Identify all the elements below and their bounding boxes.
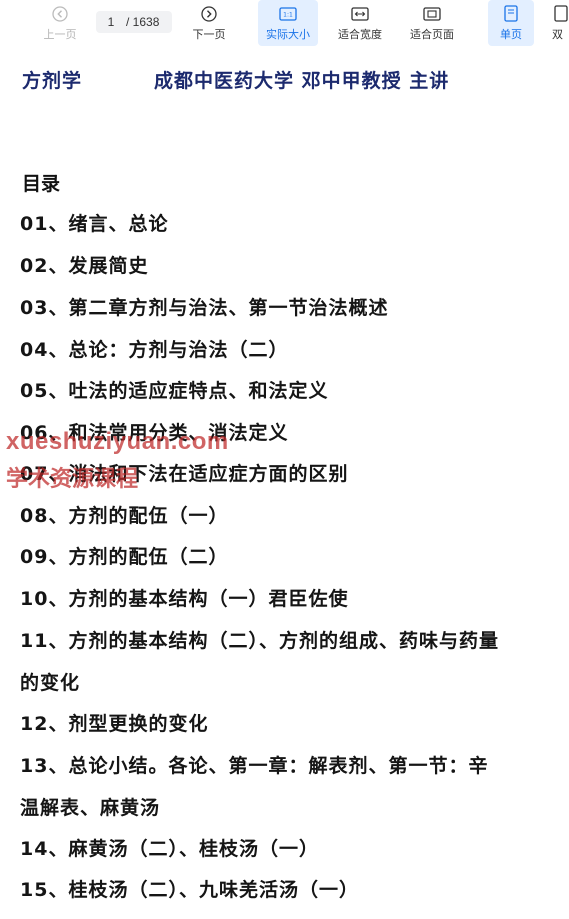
toc-entry-continuation: 温解表、麻黄汤	[20, 797, 161, 819]
chevron-right-circle-icon	[200, 5, 218, 23]
lecturer-line: 成都中医药大学 邓中甲教授 主讲	[154, 70, 450, 92]
double-page-label: 双	[552, 28, 563, 41]
fit-width-icon	[351, 5, 369, 23]
toc-entry: 02、发展简史	[20, 255, 149, 277]
toc-entry-continuation: 的变化	[20, 672, 81, 694]
toc-entry: 11、方剂的基本结构（二）、方剂的组成、药味与药量	[20, 630, 499, 652]
course-title: 方剂学	[22, 70, 83, 92]
toc-entry: 10、方剂的基本结构（一）君臣佐使	[20, 588, 349, 610]
viewer-toolbar: 上一页 1 / 1638 下一页 1:1 实际大小 适合宽度 适合页面 单页 双	[0, 0, 569, 46]
page-number-field[interactable]: 1 / 1638	[96, 11, 172, 33]
fit-page-icon	[423, 5, 441, 23]
total-pages-label: / 1638	[126, 15, 160, 29]
svg-text:1:1: 1:1	[283, 11, 293, 18]
actual-size-icon: 1:1	[279, 5, 297, 23]
toc-entry: 04、总论：方剂与治法（二）	[20, 339, 289, 361]
double-page-button[interactable]: 双	[552, 0, 569, 46]
single-page-label: 单页	[500, 28, 522, 41]
toc-entry: 01、绪言、总论	[20, 213, 169, 235]
next-page-label: 下一页	[192, 28, 226, 41]
prev-page-button[interactable]: 上一页	[38, 0, 82, 46]
fit-page-label: 适合页面	[410, 28, 454, 41]
toc-entry: 12、剂型更换的变化	[20, 713, 209, 735]
actual-size-label: 实际大小	[266, 28, 310, 41]
toc-entry: 15、桂枝汤（二）、九味羌活汤（一）	[20, 879, 359, 901]
toc-entry: 03、第二章方剂与治法、第一节治法概述	[20, 297, 389, 319]
single-page-button[interactable]: 单页	[488, 0, 534, 46]
toc-entry: 06、和法常用分类、消法定义	[20, 422, 289, 444]
current-page-input[interactable]: 1	[96, 15, 126, 29]
toc-entry: 09、方剂的配伍（二）	[20, 546, 229, 568]
actual-size-button[interactable]: 1:1 实际大小	[258, 0, 318, 46]
chevron-left-circle-icon	[51, 5, 69, 23]
toc-entry: 07、消法和下法在适应症方面的区别	[20, 463, 349, 485]
toc-entry: 08、方剂的配伍（一）	[20, 505, 229, 527]
toc-entry: 14、麻黄汤（二）、桂枝汤（一）	[20, 838, 319, 860]
next-page-button[interactable]: 下一页	[187, 0, 231, 46]
toc-title: 目录	[22, 173, 61, 195]
fit-width-button[interactable]: 适合宽度	[333, 0, 387, 46]
document-page: 方剂学 成都中医药大学 邓中甲教授 主讲 目录 01、绪言、总论 02、发展简史 …	[0, 46, 569, 919]
fit-width-label: 适合宽度	[338, 28, 382, 41]
fit-page-button[interactable]: 适合页面	[405, 0, 459, 46]
single-page-icon	[502, 5, 520, 23]
document-header: 方剂学 成都中医药大学 邓中甲教授 主讲	[22, 66, 449, 93]
toc-entry: 05、吐法的适应症特点、和法定义	[20, 380, 329, 402]
double-page-icon	[552, 5, 569, 23]
toc-entry: 13、总论小结。各论、第一章：解表剂、第一节：辛	[20, 755, 489, 777]
prev-page-label: 上一页	[43, 28, 77, 41]
